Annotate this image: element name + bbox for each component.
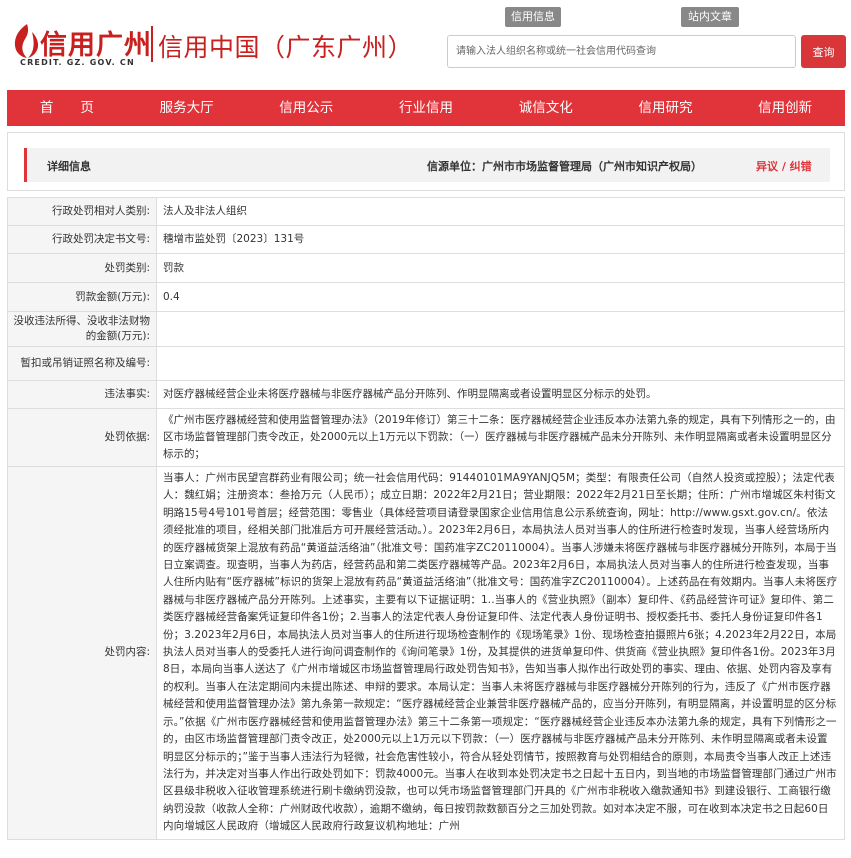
tab-credit-info[interactable]: 信用信息 xyxy=(505,7,561,27)
table-row: 行政处罚相对人类别: 法人及非法人组织 xyxy=(7,197,845,226)
nav-item-industry-credit[interactable]: 行业信用 xyxy=(366,90,486,126)
row-label: 暂扣或吊销证照名称及编号: xyxy=(7,346,157,381)
row-value: 法人及非法人组织 xyxy=(156,197,845,226)
row-value: 0.4 xyxy=(156,282,845,312)
row-value xyxy=(156,311,845,347)
objection-link[interactable]: 异议 / 纠错 xyxy=(756,158,812,174)
row-label: 违法事实: xyxy=(7,380,157,409)
detail-bar: 详细信息 信源单位：广州市市场监督管理局（广州市知识产权局） 异议 / 纠错 xyxy=(24,148,830,182)
logo-text: 信用广州 xyxy=(40,30,152,61)
detail-header: 详细信息 信源单位：广州市市场监督管理局（广州市知识产权局） 异议 / 纠错 xyxy=(7,132,845,191)
source-unit: 信源单位：广州市市场监督管理局（广州市知识产权局） xyxy=(427,160,702,173)
row-value: 当事人：广州市民望宫群药业有限公司；统一社会信用代码：91440101MA9YA… xyxy=(156,466,845,840)
table-row: 暂扣或吊销证照名称及编号: xyxy=(7,346,845,381)
row-value xyxy=(156,346,845,381)
logo-domain: CREDIT. GZ. GOV. CN xyxy=(20,58,135,67)
nav-item-credit-innovation[interactable]: 信用创新 xyxy=(725,90,845,126)
row-label: 处罚依据: xyxy=(7,408,157,467)
table-row: 行政处罚决定书文号: 穗增市监处罚〔2023〕131号 xyxy=(7,225,845,254)
logo-mark-icon xyxy=(14,24,39,58)
main-nav: 首 页 服务大厅 信用公示 行业信用 诚信文化 信用研究 信用创新 xyxy=(7,90,845,126)
row-label: 处罚类别: xyxy=(7,253,157,283)
site-logo[interactable]: 信用广州 CREDIT. GZ. GOV. CN xyxy=(10,20,160,72)
logo-divider xyxy=(151,26,153,62)
row-label: 行政处罚相对人类别: xyxy=(7,197,157,226)
nav-item-credit-research[interactable]: 信用研究 xyxy=(606,90,726,126)
table-row: 违法事实: 对医疗器械经营企业未将医疗器械与非医疗器械产品分开陈列、作明显隔离或… xyxy=(7,380,845,409)
table-row: 没收违法所得、没收非法财物的金额(万元): xyxy=(7,311,845,347)
table-row: 处罚类别: 罚款 xyxy=(7,253,845,283)
row-value: 对医疗器械经营企业未将医疗器械与非医疗器械产品分开陈列、作明显隔离或者设置明显区… xyxy=(156,380,845,409)
row-label: 罚款金额(万元): xyxy=(7,282,157,312)
row-label: 没收违法所得、没收非法财物的金额(万元): xyxy=(7,311,157,347)
search-button[interactable]: 查询 xyxy=(801,35,846,68)
row-value: 穗增市监处罚〔2023〕131号 xyxy=(156,225,845,254)
nav-item-integrity-culture[interactable]: 诚信文化 xyxy=(486,90,606,126)
table-row: 处罚内容: 当事人：广州市民望宫群药业有限公司；统一社会信用代码：9144010… xyxy=(7,466,845,840)
nav-item-home[interactable]: 首 页 xyxy=(7,90,127,126)
nav-item-credit-publicity[interactable]: 信用公示 xyxy=(246,90,366,126)
row-value: 《广州市医疗器械经营和使用监督管理办法》（2019年修订）第三十二条：医疗器械经… xyxy=(156,408,845,467)
penalty-detail-table: 行政处罚相对人类别: 法人及非法人组织 行政处罚决定书文号: 穗增市监处罚〔20… xyxy=(7,197,845,840)
table-row: 处罚依据: 《广州市医疗器械经营和使用监督管理办法》（2019年修订）第三十二条… xyxy=(7,408,845,467)
site-header: 信用广州 CREDIT. GZ. GOV. CN 信用中国（广东广州） 信用信息… xyxy=(0,0,851,88)
row-label: 处罚内容: xyxy=(7,466,157,840)
tab-site-articles[interactable]: 站内文章 xyxy=(681,7,739,27)
site-title: 信用中国（广东广州） xyxy=(158,33,414,62)
search-input[interactable] xyxy=(447,35,796,68)
row-value: 罚款 xyxy=(156,253,845,283)
nav-item-service-hall[interactable]: 服务大厅 xyxy=(127,90,247,126)
detail-title: 详细信息 xyxy=(47,160,91,173)
row-label: 行政处罚决定书文号: xyxy=(7,225,157,254)
table-row: 罚款金额(万元): 0.4 xyxy=(7,282,845,312)
